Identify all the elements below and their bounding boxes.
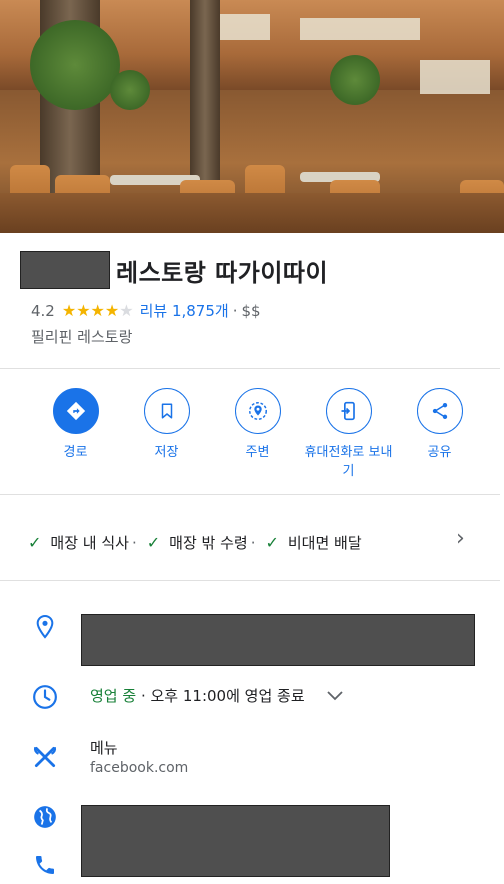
- restaurant-menu-icon: [32, 744, 58, 770]
- star-icon: ★: [90, 301, 105, 320]
- photo-window: [420, 60, 490, 94]
- divider: [0, 494, 500, 495]
- photo-plant: [30, 20, 120, 110]
- bookmark-icon: [143, 388, 190, 434]
- location-pin-icon: [32, 614, 58, 640]
- share-label: 공유: [427, 445, 452, 460]
- action-bar: 경로 저장 주변 휴대전화로 보내기 공유: [30, 388, 490, 481]
- nearby-label: 주변: [245, 445, 270, 460]
- share-button[interactable]: 공유: [394, 388, 485, 481]
- star-empty-icon: ★: [119, 301, 134, 320]
- service-separator: ·: [250, 533, 256, 552]
- save-label: 저장: [154, 445, 179, 460]
- rating-row: 4.2 ★★★★★ 리뷰 1,875개 · $$: [31, 300, 261, 321]
- send-to-phone-button[interactable]: 휴대전화로 보내기: [303, 388, 394, 481]
- star-icon: ★: [76, 301, 91, 320]
- divider: [0, 580, 500, 581]
- hours-row[interactable]: 영업 중 · 오후 11:00에 영업 종료: [90, 685, 343, 706]
- phone-icon: [32, 852, 58, 878]
- directions-label: 경로: [63, 445, 88, 460]
- price-level: $$: [241, 301, 261, 320]
- place-title: 레스토랑 따가이따이: [116, 258, 329, 287]
- reviews-link[interactable]: 리뷰 1,875개: [140, 300, 229, 321]
- redacted-address[interactable]: [81, 614, 475, 666]
- menu-url[interactable]: facebook.com: [90, 760, 188, 776]
- redacted-name-prefix: [20, 251, 110, 289]
- send-to-phone-icon: [325, 388, 372, 434]
- directions-button[interactable]: 경로: [30, 388, 121, 481]
- chevron-right-icon[interactable]: ›: [456, 526, 465, 551]
- service-delivery: 비대면 배달: [287, 534, 362, 552]
- nearby-icon: [234, 388, 281, 434]
- check-icon: ✓: [265, 533, 279, 552]
- check-icon: ✓: [146, 533, 161, 552]
- place-photo[interactable]: [0, 0, 504, 233]
- star-icon: ★: [104, 301, 120, 320]
- share-icon: [416, 388, 463, 434]
- divider: [0, 368, 500, 369]
- directions-icon: [52, 388, 99, 434]
- hours-separator: ·: [136, 686, 151, 705]
- globe-icon: [32, 804, 58, 830]
- place-category[interactable]: 필리핀 레스토랑: [31, 326, 132, 347]
- send-to-phone-label: 휴대전화로 보내기: [304, 445, 393, 479]
- service-options[interactable]: ✓ 매장 내 식사 · ✓ 매장 밖 수령 · ✓ 비대면 배달: [28, 532, 362, 553]
- photo-plant: [110, 70, 150, 110]
- price-separator: ·: [232, 301, 238, 320]
- nearby-button[interactable]: 주변: [212, 388, 303, 481]
- service-takeout: 매장 밖 수령: [169, 534, 248, 552]
- place-title-row: 레스토랑 따가이따이: [20, 250, 328, 290]
- save-button[interactable]: 저장: [121, 388, 212, 481]
- photo-plant: [330, 55, 380, 105]
- menu-title[interactable]: 메뉴: [90, 737, 118, 758]
- service-separator: ·: [131, 533, 137, 552]
- photo-floor: [0, 193, 504, 233]
- chevron-down-icon[interactable]: [326, 687, 343, 705]
- check-icon: ✓: [28, 533, 42, 552]
- rating-value: 4.2: [31, 301, 55, 320]
- redacted-website-phone[interactable]: [81, 805, 390, 877]
- open-status: 영업 중: [90, 687, 137, 705]
- photo-window: [300, 18, 420, 40]
- star-icon: ★: [61, 301, 77, 320]
- star-rating: ★★★★★: [62, 301, 134, 320]
- clock-icon: [32, 684, 58, 710]
- hours-detail: 오후 11:00에 영업 종료: [150, 687, 305, 705]
- service-dine-in: 매장 내 식사: [50, 534, 129, 552]
